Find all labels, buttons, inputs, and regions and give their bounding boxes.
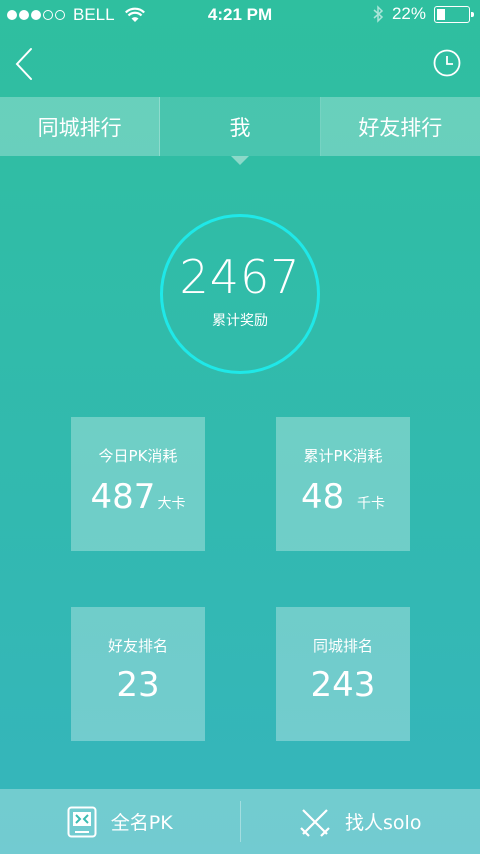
status-left: BELL (7, 5, 145, 25)
battery-icon (434, 5, 474, 23)
crossed-swords-icon (300, 808, 330, 837)
tab-me[interactable]: 我 (160, 97, 321, 165)
card-title: 今日PK消耗 (98, 447, 178, 465)
signal-dot (43, 10, 53, 20)
pk-badge-icon (67, 806, 97, 837)
carrier-name: BELL (73, 5, 115, 24)
tab-city-ranking[interactable]: 同城排行 (0, 97, 161, 156)
friend-rank-card[interactable]: 好友排名 23 (71, 607, 205, 741)
city-rank-card[interactable]: 同城排名 243 (276, 607, 410, 741)
card-title: 好友排名 (107, 637, 168, 655)
battery-percent: 22% (391, 4, 426, 23)
card-value-number: 48 (300, 477, 345, 517)
all-pk-button[interactable]: 全名PK (0, 789, 240, 854)
signal-dot (55, 10, 65, 20)
card-unit: 大卡 (157, 496, 186, 512)
card-title: 同城排名 (312, 637, 373, 655)
card-value: 48 千卡 (301, 480, 385, 514)
reward-ring: 2467 累计奖励 (160, 214, 320, 374)
find-solo-button[interactable]: 找人solo (241, 789, 480, 854)
wifi-icon (124, 7, 145, 22)
find-solo-label: 找人solo (345, 812, 422, 834)
card-value: 243 (310, 665, 376, 705)
signal-dot (19, 10, 29, 20)
bluetooth-icon (373, 5, 384, 23)
chevron-left-icon[interactable] (10, 46, 38, 82)
all-pk-label: 全名PK (110, 812, 173, 834)
bottom-bar: 全名PK 找人solo (0, 789, 480, 854)
card-value: 23 (116, 665, 160, 705)
clock-icon[interactable] (432, 48, 462, 78)
today-pk-card[interactable]: 今日PK消耗 487 大卡 (71, 417, 205, 551)
tab-bar: 同城排行 我 好友排行 (0, 97, 480, 165)
tab-friend-ranking[interactable]: 好友排行 (320, 97, 480, 156)
card-value-number: 487 (90, 477, 156, 517)
signal-dot (31, 10, 41, 20)
reward-label: 累计奖励 (212, 313, 268, 329)
signal-dot (7, 10, 17, 20)
card-title: 累计PK消耗 (303, 447, 383, 465)
status-bar: BELL 4:21 PM 22% (0, 0, 480, 32)
total-pk-card[interactable]: 累计PK消耗 48 千卡 (276, 417, 410, 551)
card-value: 487 大卡 (91, 480, 186, 514)
status-right: 22% (372, 4, 474, 24)
card-unit: 千卡 (357, 496, 386, 512)
reward-value: 2467 (179, 250, 301, 304)
